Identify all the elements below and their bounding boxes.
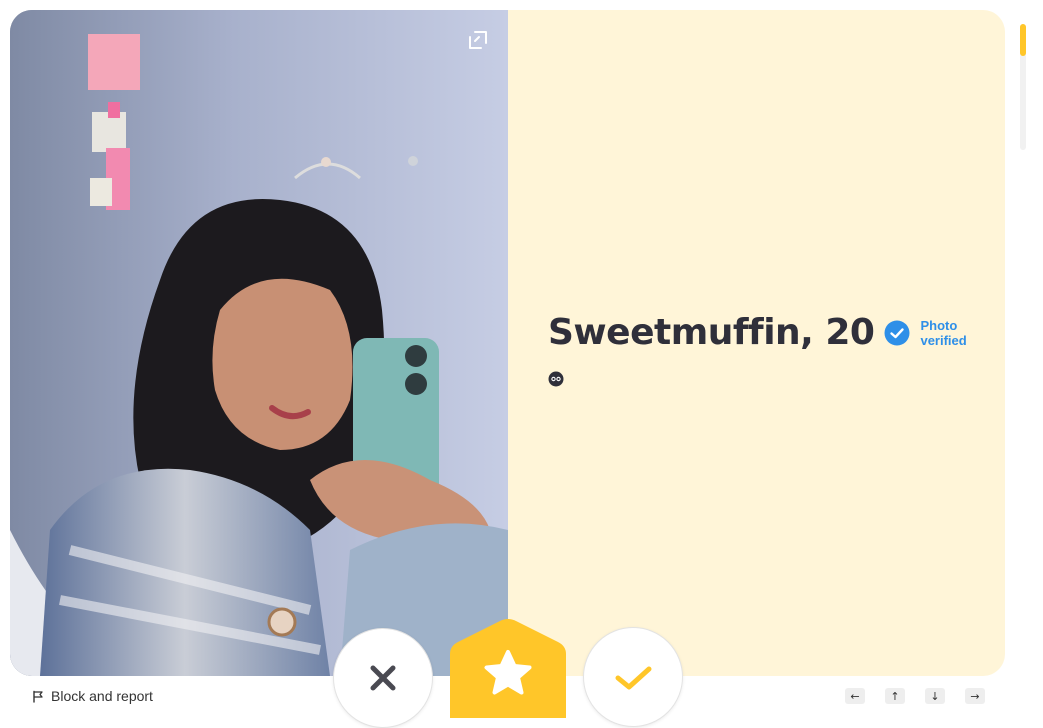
nav-key-left[interactable]: ← [845, 688, 865, 704]
superswipe-shape [450, 619, 566, 718]
nav-key-up[interactable]: ↑ [885, 688, 905, 704]
superswipe-button[interactable] [450, 618, 566, 718]
like-button[interactable] [583, 627, 683, 727]
photo-verified-label: Photo verified [920, 317, 967, 348]
pass-button[interactable] [333, 628, 433, 728]
check-icon [615, 666, 652, 690]
flag-icon [33, 690, 43, 703]
x-icon [370, 665, 396, 691]
nav-key-right[interactable]: → [965, 688, 985, 704]
profile-name-age: Sweetmuffin, 20 [548, 312, 875, 353]
profile-photo[interactable] [10, 10, 508, 676]
block-and-report-button[interactable]: Block and report [32, 688, 153, 704]
name-row: Sweetmuffin, 20 Photo verified [548, 312, 980, 353]
profile-card: Sweetmuffin, 20 Photo verified [10, 10, 1005, 676]
nav-key-down[interactable]: ↓ [925, 688, 945, 704]
photo-scene [10, 10, 508, 676]
scrollbar-thumb[interactable] [1020, 24, 1026, 56]
expand-photo-button[interactable] [466, 28, 490, 52]
expand-icon [469, 31, 487, 49]
photo-verified: Photo verified [884, 318, 980, 348]
verified-badge-icon [884, 320, 910, 345]
scrollbar[interactable] [1020, 24, 1026, 150]
block-and-report-label: Block and report [51, 688, 153, 704]
keyboard-nav-keys: ← ↑ ↓ → [845, 688, 985, 704]
two-dots-emoji-icon [548, 371, 564, 387]
profile-info: Sweetmuffin, 20 Photo verified [508, 10, 1005, 676]
